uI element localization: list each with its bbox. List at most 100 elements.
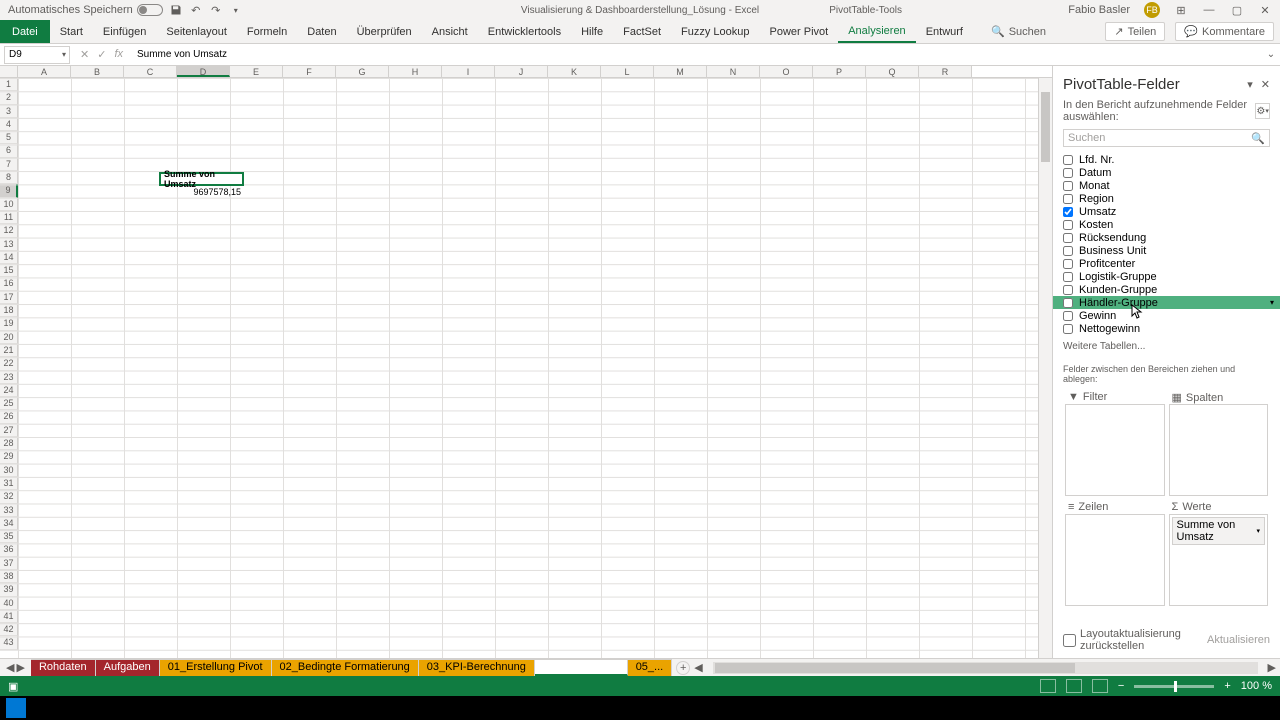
record-macro-icon[interactable]: ▣ <box>8 680 18 693</box>
field-checkbox[interactable] <box>1063 220 1073 230</box>
ribbon-tab-design[interactable]: Entwurf <box>916 20 973 43</box>
columns-dropzone[interactable]: ▦Spalten <box>1169 404 1269 496</box>
filter-dropzone[interactable]: ▼Filter <box>1065 404 1165 496</box>
enter-icon[interactable]: ✓ <box>97 48 106 61</box>
field-item[interactable]: Rücksendung <box>1053 231 1280 244</box>
cancel-icon[interactable]: ✕ <box>80 48 89 61</box>
view-normal-icon[interactable] <box>1040 679 1056 693</box>
tab-scroll-right-icon[interactable]: ▶ <box>1264 661 1280 674</box>
ribbon-tab-factset[interactable]: FactSet <box>613 20 671 43</box>
field-item[interactable]: Region <box>1053 192 1280 205</box>
field-item[interactable]: Lfd. Nr. <box>1053 153 1280 166</box>
column-header[interactable]: E <box>230 66 283 77</box>
field-item[interactable]: Kosten <box>1053 218 1280 231</box>
values-dropzone[interactable]: ΣWerte Summe von Umsatz ▾ <box>1169 514 1269 606</box>
field-item[interactable]: Kunden-Gruppe <box>1053 283 1280 296</box>
sheet-tab[interactable]: Aufgaben <box>96 659 160 676</box>
close-icon[interactable]: ✕ <box>1258 3 1272 17</box>
field-item[interactable]: Business Unit <box>1053 244 1280 257</box>
field-checkbox[interactable] <box>1063 246 1073 256</box>
view-pagelayout-icon[interactable] <box>1066 679 1082 693</box>
tab-scroll-left-icon[interactable]: ◀ <box>690 661 706 674</box>
field-item[interactable]: Gewinn <box>1053 309 1280 322</box>
field-checkbox[interactable] <box>1063 311 1073 321</box>
values-item[interactable]: Summe von Umsatz ▾ <box>1172 517 1266 545</box>
field-item[interactable]: Händler-Gruppe▾ <box>1053 296 1280 309</box>
field-item[interactable]: Logistik-Gruppe <box>1053 270 1280 283</box>
ribbon-tab-fuzzy[interactable]: Fuzzy Lookup <box>671 20 759 43</box>
add-sheet-button[interactable]: + <box>676 661 690 675</box>
zoom-level[interactable]: 100 % <box>1241 680 1272 692</box>
tell-me-search[interactable]: 🔍 Suchen <box>991 20 1046 43</box>
save-icon[interactable] <box>169 3 183 17</box>
field-checkbox[interactable] <box>1063 155 1073 165</box>
field-search-input[interactable]: Suchen 🔍 <box>1063 129 1270 147</box>
defer-layout-checkbox[interactable]: Layoutaktualisierung zurückstellen <box>1063 628 1207 652</box>
ribbon-tab-help[interactable]: Hilfe <box>571 20 613 43</box>
view-pagebreak-icon[interactable] <box>1092 679 1108 693</box>
formula-input[interactable]: Summe von Umsatz <box>133 46 1262 64</box>
pane-close-icon[interactable]: ✕ <box>1261 78 1270 91</box>
expand-formula-icon[interactable]: ⌄ <box>1262 49 1280 60</box>
redo-icon[interactable]: ↷ <box>209 3 223 17</box>
column-header[interactable]: H <box>389 66 442 77</box>
qat-dropdown-icon[interactable]: ▾ <box>229 3 243 17</box>
defer-checkbox-input[interactable] <box>1063 634 1076 647</box>
horizontal-scrollbar[interactable] <box>713 662 1258 674</box>
field-item[interactable]: Umsatz <box>1053 205 1280 218</box>
ribbon-tab-developer[interactable]: Entwicklertools <box>478 20 571 43</box>
ribbon-tab-start[interactable]: Start <box>50 20 93 43</box>
sheet-tab[interactable]: 03_KPI-Berechnung <box>419 659 535 676</box>
zoom-in-icon[interactable]: + <box>1224 680 1230 692</box>
column-header[interactable]: D <box>177 66 230 77</box>
field-checkbox[interactable] <box>1063 168 1073 178</box>
ribbon-tab-pagelayout[interactable]: Seitenlayout <box>156 20 237 43</box>
field-checkbox[interactable] <box>1063 207 1073 217</box>
select-all-corner[interactable] <box>0 66 18 77</box>
scrollbar-thumb[interactable] <box>1041 92 1050 162</box>
ribbon-display-icon[interactable]: ⊞ <box>1174 3 1188 17</box>
column-header[interactable]: A <box>18 66 71 77</box>
zoom-out-icon[interactable]: − <box>1118 680 1124 692</box>
zoom-slider[interactable] <box>1134 685 1214 688</box>
field-item[interactable]: Nettogewinn <box>1053 322 1280 335</box>
field-checkbox[interactable] <box>1063 285 1073 295</box>
sheet-tab[interactable]: 05_... <box>628 659 673 676</box>
more-tables-link[interactable]: Weitere Tabellen... <box>1053 337 1280 356</box>
column-header[interactable]: J <box>495 66 548 77</box>
column-header[interactable]: R <box>919 66 972 77</box>
field-checkbox[interactable] <box>1063 194 1073 204</box>
ribbon-tab-data[interactable]: Daten <box>297 20 346 43</box>
column-header[interactable]: G <box>336 66 389 77</box>
maximize-icon[interactable]: ▢ <box>1230 3 1244 17</box>
column-header[interactable]: F <box>283 66 336 77</box>
ribbon-tab-review[interactable]: Überprüfen <box>347 20 422 43</box>
field-checkbox[interactable] <box>1063 259 1073 269</box>
undo-icon[interactable]: ↶ <box>189 3 203 17</box>
sheet-tab[interactable]: 01_Erstellung Pivot <box>160 659 272 676</box>
field-checkbox[interactable] <box>1063 181 1073 191</box>
ribbon-tab-view[interactable]: Ansicht <box>422 20 478 43</box>
column-header[interactable]: P <box>813 66 866 77</box>
toggle-switch[interactable] <box>137 4 163 16</box>
hscroll-thumb[interactable] <box>715 663 1075 673</box>
ribbon-tab-insert[interactable]: Einfügen <box>93 20 156 43</box>
avatar[interactable]: FB <box>1144 2 1160 18</box>
pivot-value-cell[interactable]: 9697578,15 <box>159 186 244 199</box>
field-item[interactable]: Monat <box>1053 179 1280 192</box>
pivot-header-cell[interactable]: Summe von Umsatz <box>159 172 244 185</box>
tab-nav-next-icon[interactable]: ▶ <box>16 661 24 674</box>
column-header[interactable]: B <box>71 66 124 77</box>
sheet-tab[interactable]: 04_Dashboard <box>535 659 628 676</box>
share-button[interactable]: ↗ Teilen <box>1105 22 1165 41</box>
file-tab[interactable]: Datei <box>0 20 50 43</box>
column-header[interactable]: Q <box>866 66 919 77</box>
ribbon-tab-analyze[interactable]: Analysieren <box>838 20 915 43</box>
ribbon-tab-powerpivot[interactable]: Power Pivot <box>760 20 839 43</box>
dropdown-icon[interactable]: ▾ <box>1256 527 1260 535</box>
field-item[interactable]: Profitcenter <box>1053 257 1280 270</box>
vertical-scrollbar[interactable] <box>1038 78 1052 658</box>
field-checkbox[interactable] <box>1063 272 1073 282</box>
rows-dropzone[interactable]: ≡Zeilen <box>1065 514 1165 606</box>
field-checkbox[interactable] <box>1063 233 1073 243</box>
